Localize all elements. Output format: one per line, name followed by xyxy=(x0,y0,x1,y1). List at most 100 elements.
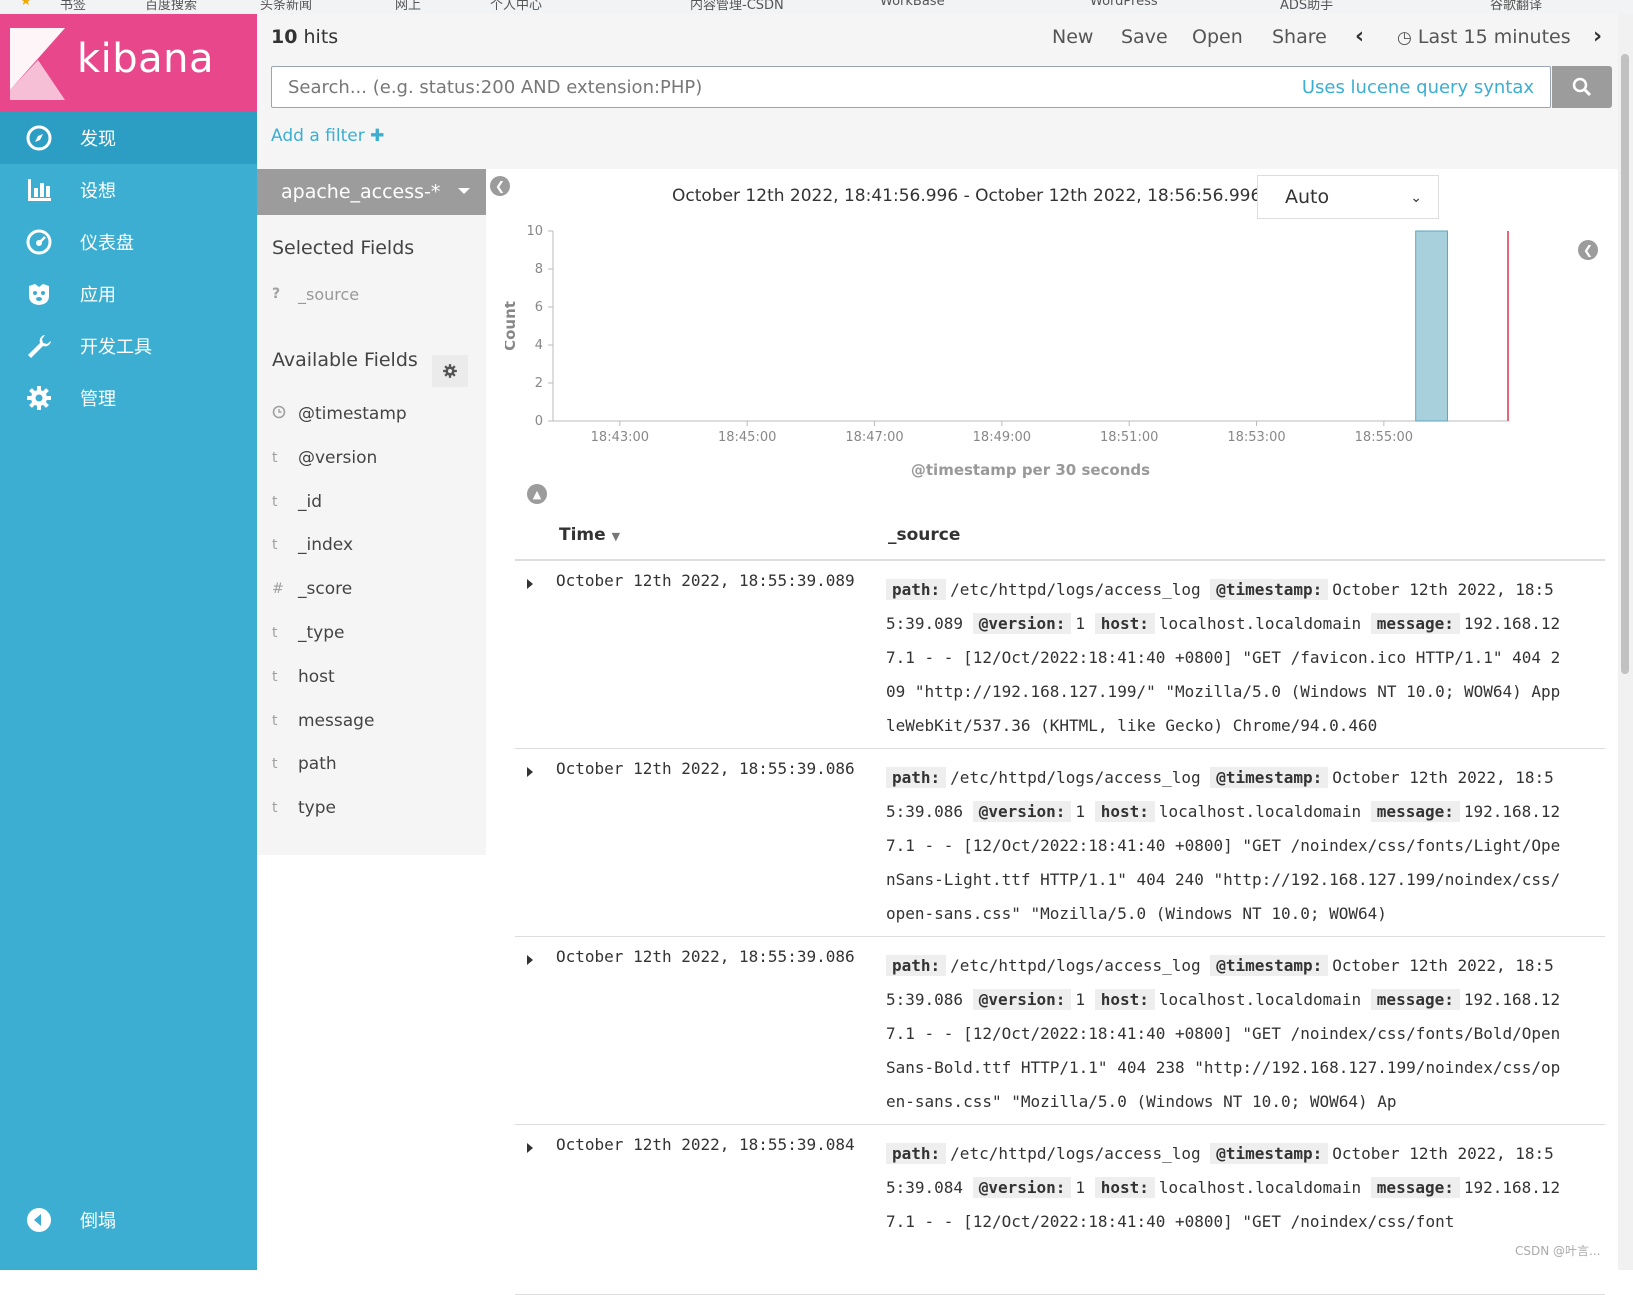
expand-row-icon[interactable] xyxy=(527,579,533,589)
table-row: October 12th 2022, 18:55:39.089 path:/etc… xyxy=(515,561,1605,749)
source-value: localhost.localdomain xyxy=(1158,1178,1362,1197)
collapse-sidebar-button[interactable]: ❮ xyxy=(490,176,510,196)
source-key: message: xyxy=(1370,989,1460,1010)
field-item[interactable]: t _type xyxy=(272,620,344,646)
add-filter-link[interactable]: Add a filter ✚ xyxy=(271,126,384,146)
search-input[interactable] xyxy=(272,67,1232,107)
bookmark-item[interactable]: WorkBase xyxy=(880,0,945,9)
field-item[interactable]: t @version xyxy=(272,445,377,471)
field-item[interactable]: t _index xyxy=(272,532,353,558)
x-tick-label: 18:43:00 xyxy=(591,430,649,445)
field-name: _type xyxy=(298,623,345,643)
expand-row-icon[interactable] xyxy=(527,767,533,777)
source-key: @version: xyxy=(972,801,1072,822)
source-key: host: xyxy=(1094,1177,1155,1198)
kibana-logo[interactable]: kibana xyxy=(0,14,257,116)
string-type-icon: t xyxy=(272,713,278,729)
sidebar: kibana 发现 设想 仪表盘 应用 开发工具 管理 倒塌 xyxy=(0,14,257,1270)
string-type-icon: t xyxy=(272,800,278,816)
field-item[interactable]: t _id xyxy=(272,489,322,515)
toggle-chart-button[interactable]: ▲ xyxy=(527,484,547,504)
interval-select[interactable]: Auto ⌄ xyxy=(1257,175,1439,219)
field-item[interactable]: # _score xyxy=(272,576,352,602)
caret-down-icon xyxy=(458,188,470,194)
field-item[interactable]: @timestamp xyxy=(272,401,407,427)
source-key: message: xyxy=(1370,801,1460,822)
x-tick-label: 18:45:00 xyxy=(718,430,776,445)
search-button[interactable] xyxy=(1552,66,1612,108)
y-tick-label: 0 xyxy=(535,414,543,429)
row-source: path:/etc/httpd/logs/access_log @timesta… xyxy=(886,761,1566,931)
x-tick-label: 18:49:00 xyxy=(973,430,1031,445)
source-key: message: xyxy=(1370,1177,1460,1198)
top-nav: 10 hits New Save Open Share ‹ ◷ Last 15 … xyxy=(257,14,1633,169)
field-item[interactable]: t type xyxy=(272,795,336,821)
bookmark-item[interactable]: 头条新闻 xyxy=(260,0,312,13)
add-filter-label: Add a filter xyxy=(271,126,365,146)
column-header-time[interactable]: Time ▼ xyxy=(559,525,620,545)
nav-item-management[interactable]: 管理 xyxy=(0,372,257,424)
bookmark-item[interactable]: 网上 xyxy=(395,0,421,13)
y-tick-label: 4 xyxy=(535,338,543,353)
nav-item-collapse[interactable]: 倒塌 xyxy=(0,1194,257,1246)
nav-item-apps[interactable]: 应用 xyxy=(0,268,257,320)
source-key: host: xyxy=(1094,989,1155,1010)
bookmark-item[interactable]: 百度搜索 xyxy=(145,0,197,13)
bookmark-item[interactable]: 书签 xyxy=(60,0,86,13)
index-pattern-label: apache_access-* xyxy=(281,181,441,203)
expand-row-icon[interactable] xyxy=(527,955,533,965)
nav-item-discover[interactable]: 发现 xyxy=(0,112,257,164)
index-pattern-selector[interactable]: apache_access-* xyxy=(257,169,486,215)
x-tick-label: 18:51:00 xyxy=(1100,430,1158,445)
save-button[interactable]: Save xyxy=(1121,26,1168,48)
page-scrollbar[interactable] xyxy=(1618,14,1633,1270)
field-item[interactable]: t path xyxy=(272,751,337,777)
open-button[interactable]: Open xyxy=(1192,26,1243,48)
expand-row-icon[interactable] xyxy=(527,1143,533,1153)
collapse-icon xyxy=(24,1205,54,1235)
chevron-up-icon: ▲ xyxy=(532,487,542,501)
chevron-left-icon[interactable]: ‹ xyxy=(1355,24,1364,49)
field-item[interactable]: t message xyxy=(272,708,374,734)
y-tick-label: 6 xyxy=(535,300,543,315)
time-picker-label: Last 15 minutes xyxy=(1417,26,1571,48)
clock-icon: ◷ xyxy=(1397,28,1412,48)
source-value: 1 xyxy=(1075,614,1086,633)
field-item-source[interactable]: ? _source xyxy=(272,281,359,307)
bookmark-item[interactable]: 内容管理-CSDN xyxy=(690,0,784,13)
row-time: October 12th 2022, 18:55:39.089 xyxy=(556,571,855,590)
source-value: 1 xyxy=(1075,990,1086,1009)
bookmark-item[interactable]: ADS助手 xyxy=(1280,0,1333,13)
bookmark-item[interactable]: 个人中心 xyxy=(490,0,542,13)
hits-count: 10 hits xyxy=(271,26,339,48)
chart-collapse-button[interactable]: ❮ xyxy=(1578,240,1598,260)
nav-label: 仪表盘 xyxy=(80,233,134,254)
source-value: 1 xyxy=(1075,1178,1086,1197)
time-range-title: October 12th 2022, 18:41:56.996 - Octobe… xyxy=(672,186,1284,206)
plus-icon: ✚ xyxy=(370,126,385,146)
chevron-right-icon[interactable]: › xyxy=(1593,24,1602,49)
row-time: October 12th 2022, 18:55:39.086 xyxy=(556,759,855,778)
bear-icon xyxy=(24,279,54,309)
lucene-syntax-link[interactable]: Uses lucene query syntax xyxy=(1302,77,1534,98)
sort-down-icon: ▼ xyxy=(611,530,621,543)
string-type-icon: t xyxy=(272,450,278,466)
bookmark-item[interactable]: 谷歌翻译 xyxy=(1490,0,1542,13)
nav-item-dev-tools[interactable]: 开发工具 xyxy=(0,320,257,372)
nav-item-dashboard[interactable]: 仪表盘 xyxy=(0,216,257,268)
x-tick-label: 18:47:00 xyxy=(845,430,903,445)
field-item[interactable]: t host xyxy=(272,664,335,690)
field-settings-button[interactable] xyxy=(432,355,468,387)
nav-label: 倒塌 xyxy=(80,1211,116,1232)
time-picker[interactable]: ◷ Last 15 minutes xyxy=(1397,26,1571,48)
scroll-thumb[interactable] xyxy=(1621,54,1629,674)
new-button[interactable]: New xyxy=(1052,26,1093,48)
field-name: path xyxy=(298,754,337,774)
y-tick-label: 2 xyxy=(535,376,543,391)
nav-item-visualize[interactable]: 设想 xyxy=(0,164,257,216)
row-source: path:/etc/httpd/logs/access_log @timesta… xyxy=(886,1137,1566,1239)
source-key: host: xyxy=(1094,801,1155,822)
bookmark-item[interactable]: WordPress xyxy=(1090,0,1158,9)
share-button[interactable]: Share xyxy=(1272,26,1327,48)
y-tick-label: 8 xyxy=(535,262,543,277)
